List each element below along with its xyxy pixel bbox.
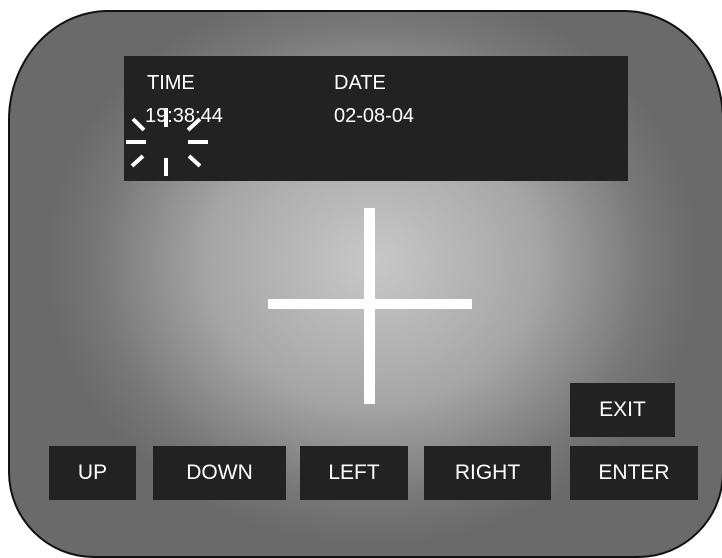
date-value: 02-08-04 xyxy=(334,105,415,127)
time-label: TIME xyxy=(147,72,195,94)
right-button[interactable]: RIGHT xyxy=(424,446,551,500)
up-button[interactable]: UP xyxy=(49,446,136,500)
crosshair-icon xyxy=(268,208,472,404)
exit-button[interactable]: EXIT xyxy=(570,383,675,437)
enter-button[interactable]: ENTER xyxy=(570,446,698,500)
down-button[interactable]: DOWN xyxy=(153,446,286,500)
left-button[interactable]: LEFT xyxy=(300,446,408,500)
loading-spinner-icon xyxy=(126,108,208,176)
date-label: DATE xyxy=(334,72,386,94)
